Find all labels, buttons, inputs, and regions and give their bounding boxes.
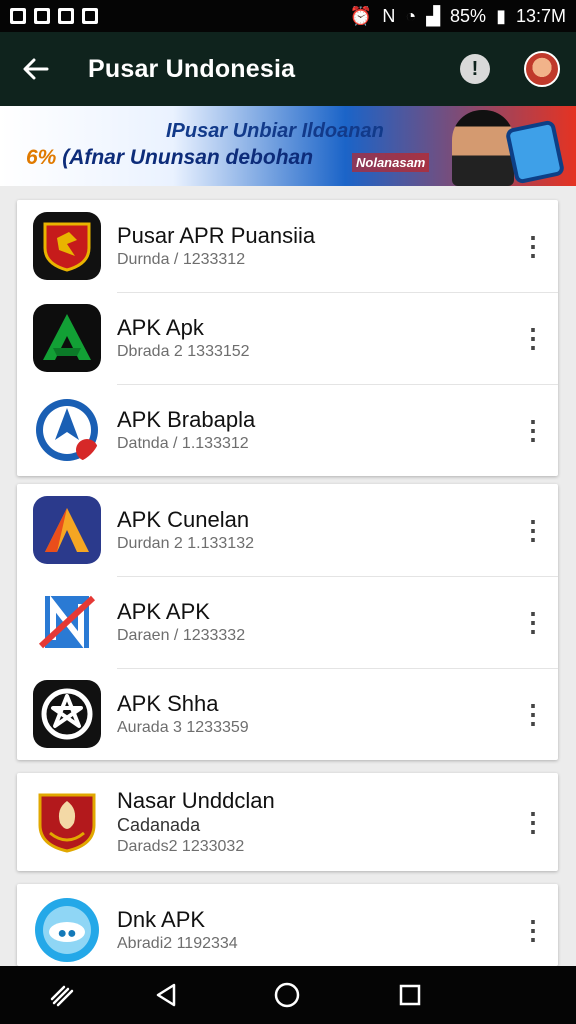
wifi-icon: ◔ xyxy=(405,5,417,26)
list-item[interactable]: APK Brabapla Datnda / 1.133312 ⋮ xyxy=(17,384,558,476)
app-name: Nasar Unddclan xyxy=(117,787,275,813)
app-name: Dnk APK xyxy=(117,906,206,932)
triangle-a-logo-icon xyxy=(33,496,101,564)
crest-logo-icon xyxy=(33,788,101,856)
promo-banner[interactable]: IPusar Unbiar Ildoanan 6% (Afnar Ununsan… xyxy=(0,106,576,186)
blue-plane-logo-icon xyxy=(33,396,101,464)
more-vert-icon: ⋮ xyxy=(520,415,546,445)
svg-text:●●: ●● xyxy=(57,925,76,942)
banner-headline: IPusar Unbiar Ildoanan xyxy=(166,120,384,142)
app-meta: Dbrada 2 1333152 xyxy=(117,342,250,360)
notification-icons xyxy=(10,8,98,24)
app-name: APK Brabapla xyxy=(117,406,256,432)
banner-discount: 6% xyxy=(26,146,57,169)
cyan-bubble-logo-icon: ●● xyxy=(33,896,101,964)
app-meta: Abradi2 1192334 xyxy=(117,934,238,952)
app-list-card: ●● Dnk APK Abradi2 1192334 ⋮ xyxy=(17,884,558,966)
home-nav-button[interactable] xyxy=(257,966,317,1024)
overflow-menu-button[interactable]: ⋮ xyxy=(508,773,558,871)
system-nav-bar xyxy=(0,966,576,1024)
app-bar: Pusar Undonesia ! xyxy=(0,32,576,106)
shield-emblem-icon xyxy=(33,212,101,280)
back-arrow-icon xyxy=(23,58,49,80)
list-item[interactable]: APK Shha Aurada 3 1233359 ⋮ xyxy=(17,668,558,760)
app-meta: Durdan 2 1.133132 xyxy=(117,534,254,552)
square-recents-icon xyxy=(399,984,421,1006)
back-nav-button[interactable] xyxy=(136,966,196,1024)
banner-subline: 6% (Afnar Ununsan debohan xyxy=(26,146,313,170)
app-meta: Daraen / 1233332 xyxy=(117,626,246,644)
recents-nav-button[interactable] xyxy=(380,966,440,1024)
more-vert-icon: ⋮ xyxy=(520,323,546,353)
green-a-logo-icon xyxy=(33,304,101,372)
alarm-icon: ⏰ xyxy=(349,5,373,26)
list-item[interactable]: APK APK Daraen / 1233332 ⋮ xyxy=(17,576,558,668)
info-button[interactable]: ! xyxy=(460,54,490,84)
star-circle-logo-icon xyxy=(33,680,101,748)
screenshot-button[interactable] xyxy=(32,966,92,1024)
triangle-back-icon xyxy=(156,983,176,1007)
clock: 13:7M xyxy=(515,5,566,26)
back-button[interactable] xyxy=(0,32,72,106)
app-list-card: APK Cunelan Durdan 2 1.133132 ⋮ APK APK … xyxy=(17,484,558,760)
more-vert-icon: ⋮ xyxy=(520,807,546,837)
more-vert-icon: ⋮ xyxy=(520,915,546,945)
image-notification-icon xyxy=(10,8,26,24)
banner-person-image xyxy=(452,110,514,186)
list-item[interactable]: APK Apk Dbrada 2 1333152 ⋮ xyxy=(17,292,558,384)
overflow-menu-button[interactable]: ⋮ xyxy=(508,884,558,966)
more-vert-icon: ⋮ xyxy=(520,231,546,261)
overflow-menu-button[interactable]: ⋮ xyxy=(508,292,558,384)
app-name: Pusar APR Puansiia xyxy=(117,222,316,248)
list-item[interactable]: Pusar APR Puansiia Durnda / 1233312 ⋮ xyxy=(17,200,558,292)
screenshot-icon xyxy=(50,985,74,1007)
app-name: APK Cunelan xyxy=(117,506,250,532)
avatar[interactable] xyxy=(524,51,560,87)
n-logo-icon xyxy=(33,588,101,656)
signal-icon: ▟ xyxy=(426,5,441,26)
banner-phone-image xyxy=(504,119,566,185)
app-meta: Darads2 1233032 xyxy=(117,837,245,855)
nfc-icon: N xyxy=(382,5,396,26)
app-name: APK Apk xyxy=(117,314,204,340)
list-item[interactable]: APK Cunelan Durdan 2 1.133132 ⋮ xyxy=(17,484,558,576)
battery-icon: ▮ xyxy=(496,5,506,26)
status-bar: ⏰ N ◔ ▟ 85% ▮ 13:7M xyxy=(0,0,576,32)
list-item[interactable]: Nasar Unddclan Cadanada Darads2 1233032 … xyxy=(17,773,558,871)
app-meta: Durnda / 1233312 xyxy=(117,250,246,268)
battery-percent: 85% xyxy=(450,5,487,26)
banner-subline-text: (Afnar Ununsan debohan xyxy=(62,146,314,169)
overflow-menu-button[interactable]: ⋮ xyxy=(508,576,558,668)
banner-cta[interactable]: Nolanasam xyxy=(352,153,430,172)
app-name: APK Shha xyxy=(117,690,219,716)
overflow-menu-button[interactable]: ⋮ xyxy=(508,484,558,576)
calendar-notification-icon xyxy=(34,8,50,24)
app-list-card: Nasar Unddclan Cadanada Darads2 1233032 … xyxy=(17,773,558,871)
app-name: APK APK xyxy=(117,598,210,624)
circle-home-icon xyxy=(274,982,300,1008)
photo-notification-icon xyxy=(82,8,98,24)
app-meta: Aurada 3 1233359 xyxy=(117,718,249,736)
app-list-card: Pusar APR Puansiia Durnda / 1233312 ⋮ AP… xyxy=(17,200,558,476)
list-item[interactable]: ●● Dnk APK Abradi2 1192334 ⋮ xyxy=(17,884,558,966)
overflow-menu-button[interactable]: ⋮ xyxy=(508,668,558,760)
more-vert-icon: ⋮ xyxy=(520,515,546,545)
overflow-menu-button[interactable]: ⋮ xyxy=(508,200,558,292)
more-vert-icon: ⋮ xyxy=(520,699,546,729)
page-title: Pusar Undonesia xyxy=(88,54,296,83)
app-meta: Datnda / 1.133312 xyxy=(117,434,249,452)
overflow-menu-button[interactable]: ⋮ xyxy=(508,384,558,476)
info-icon: ! xyxy=(471,57,479,80)
app-category: Cadanada xyxy=(117,814,201,835)
more-vert-icon: ⋮ xyxy=(520,607,546,637)
email-notification-icon xyxy=(58,8,74,24)
